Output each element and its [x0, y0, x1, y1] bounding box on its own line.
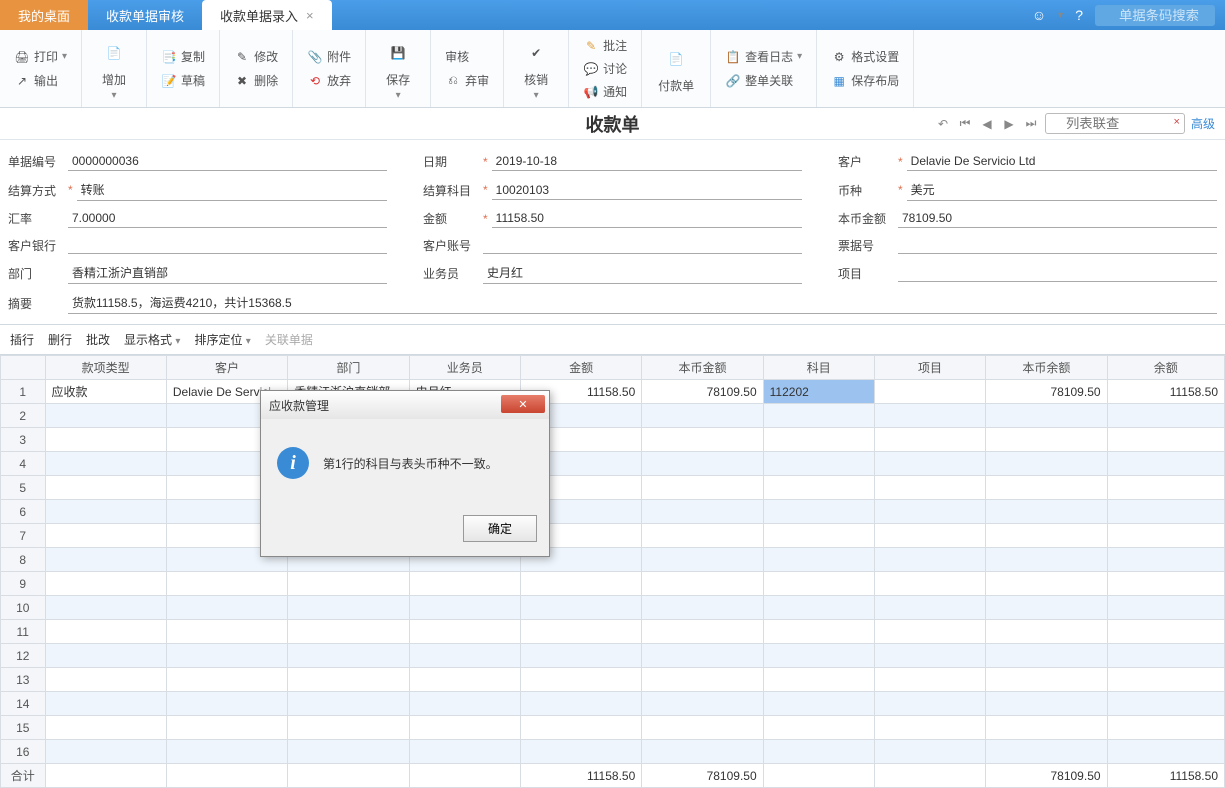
dialog-message: 第1行的科目与表头币种不一致。: [323, 455, 498, 472]
error-dialog: 应收款管理 ✕ i 第1行的科目与表头币种不一致。 确定: [260, 390, 550, 557]
dialog-overlay: 应收款管理 ✕ i 第1行的科目与表头币种不一致。 确定: [0, 0, 1225, 782]
dialog-close-button[interactable]: ✕: [501, 395, 545, 413]
dialog-ok-button[interactable]: 确定: [463, 515, 537, 542]
info-icon: i: [277, 447, 309, 479]
dialog-title: 应收款管理 ✕: [261, 391, 549, 419]
